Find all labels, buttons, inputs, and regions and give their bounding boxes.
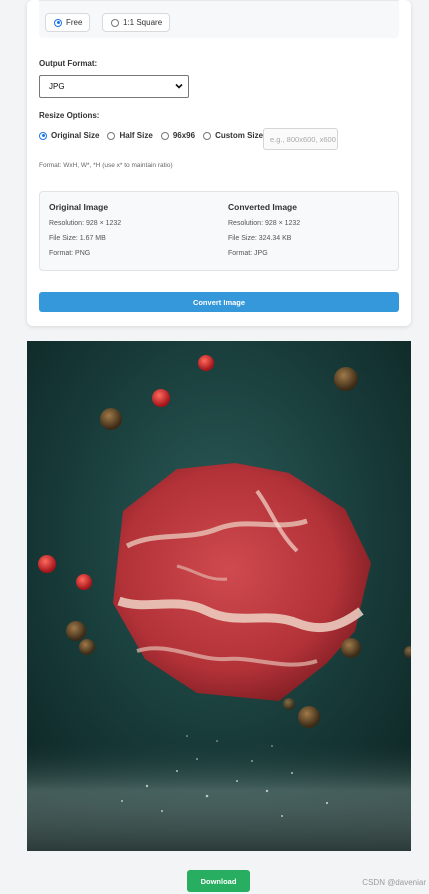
original-format: Format: PNG	[49, 250, 91, 257]
custom-size-placeholder: e.g., 800x600, x600	[270, 134, 336, 144]
radio-icon[interactable]	[107, 131, 116, 140]
resize-original-size[interactable]: Original Size	[39, 131, 99, 140]
output-format-select[interactable]: JPG	[39, 75, 189, 98]
converter-panel: Free 1:1 Square Output Format: JPG Resiz…	[27, 0, 411, 326]
original-title: Original Image	[49, 202, 109, 212]
radio-icon[interactable]	[111, 18, 119, 27]
converted-image-preview	[27, 341, 411, 851]
resize-half-size[interactable]: Half Size	[107, 131, 153, 140]
resize-custom-label: Custom Size	[215, 131, 264, 140]
resize-96x96[interactable]: 96x96	[160, 131, 196, 140]
aspect-ratio-options: Free 1:1 Square	[39, 0, 399, 38]
resize-options-label: Resize Options:	[39, 111, 100, 120]
radio-selected-icon[interactable]	[54, 18, 62, 27]
resize-original-label: Original Size	[51, 131, 100, 140]
aspect-option-square[interactable]: 1:1 Square	[102, 13, 171, 32]
convert-image-button[interactable]: Convert Image	[39, 292, 399, 312]
resize-options-group: Original Size Half Size 96x96 Custom Siz…	[39, 131, 271, 140]
converted-resolution: Resolution: 928 × 1232	[228, 220, 301, 227]
output-format-value: JPG	[49, 82, 65, 91]
resize-custom-size[interactable]: Custom Size	[203, 131, 263, 140]
radio-icon[interactable]	[203, 131, 212, 140]
converted-image-info: Converted Image Resolution: 928 × 1232 F…	[228, 202, 300, 265]
output-format-label: Output Format:	[39, 59, 98, 68]
resize-format-hint: Format: WxH, W*, *H (use x* to maintain …	[39, 162, 173, 169]
image-info-box: Original Image Resolution: 928 × 1232 Fi…	[39, 191, 399, 271]
original-image-info: Original Image Resolution: 928 × 1232 Fi…	[49, 202, 121, 265]
converted-title: Converted Image	[228, 202, 297, 212]
resize-96-label: 96x96	[172, 131, 196, 140]
resize-half-label: Half Size	[119, 131, 153, 140]
converted-format: Format: JPG	[228, 250, 268, 257]
download-button[interactable]: Download	[187, 870, 250, 892]
radio-icon[interactable]	[160, 131, 169, 140]
aspect-option-square-label: 1:1 Square	[123, 18, 163, 27]
original-file-size: File Size: 1.67 MB	[49, 235, 106, 242]
watermark: CSDN @daveniar	[362, 878, 426, 887]
original-resolution: Resolution: 928 × 1232	[49, 220, 122, 227]
aspect-option-free[interactable]: Free	[45, 13, 91, 32]
converted-file-size: File Size: 324.34 KB	[228, 235, 292, 242]
aspect-option-free-label: Free	[66, 18, 83, 27]
chevron-down-icon	[175, 83, 183, 89]
radio-selected-icon[interactable]	[39, 131, 47, 140]
custom-size-input[interactable]: e.g., 800x600, x600	[263, 128, 338, 150]
